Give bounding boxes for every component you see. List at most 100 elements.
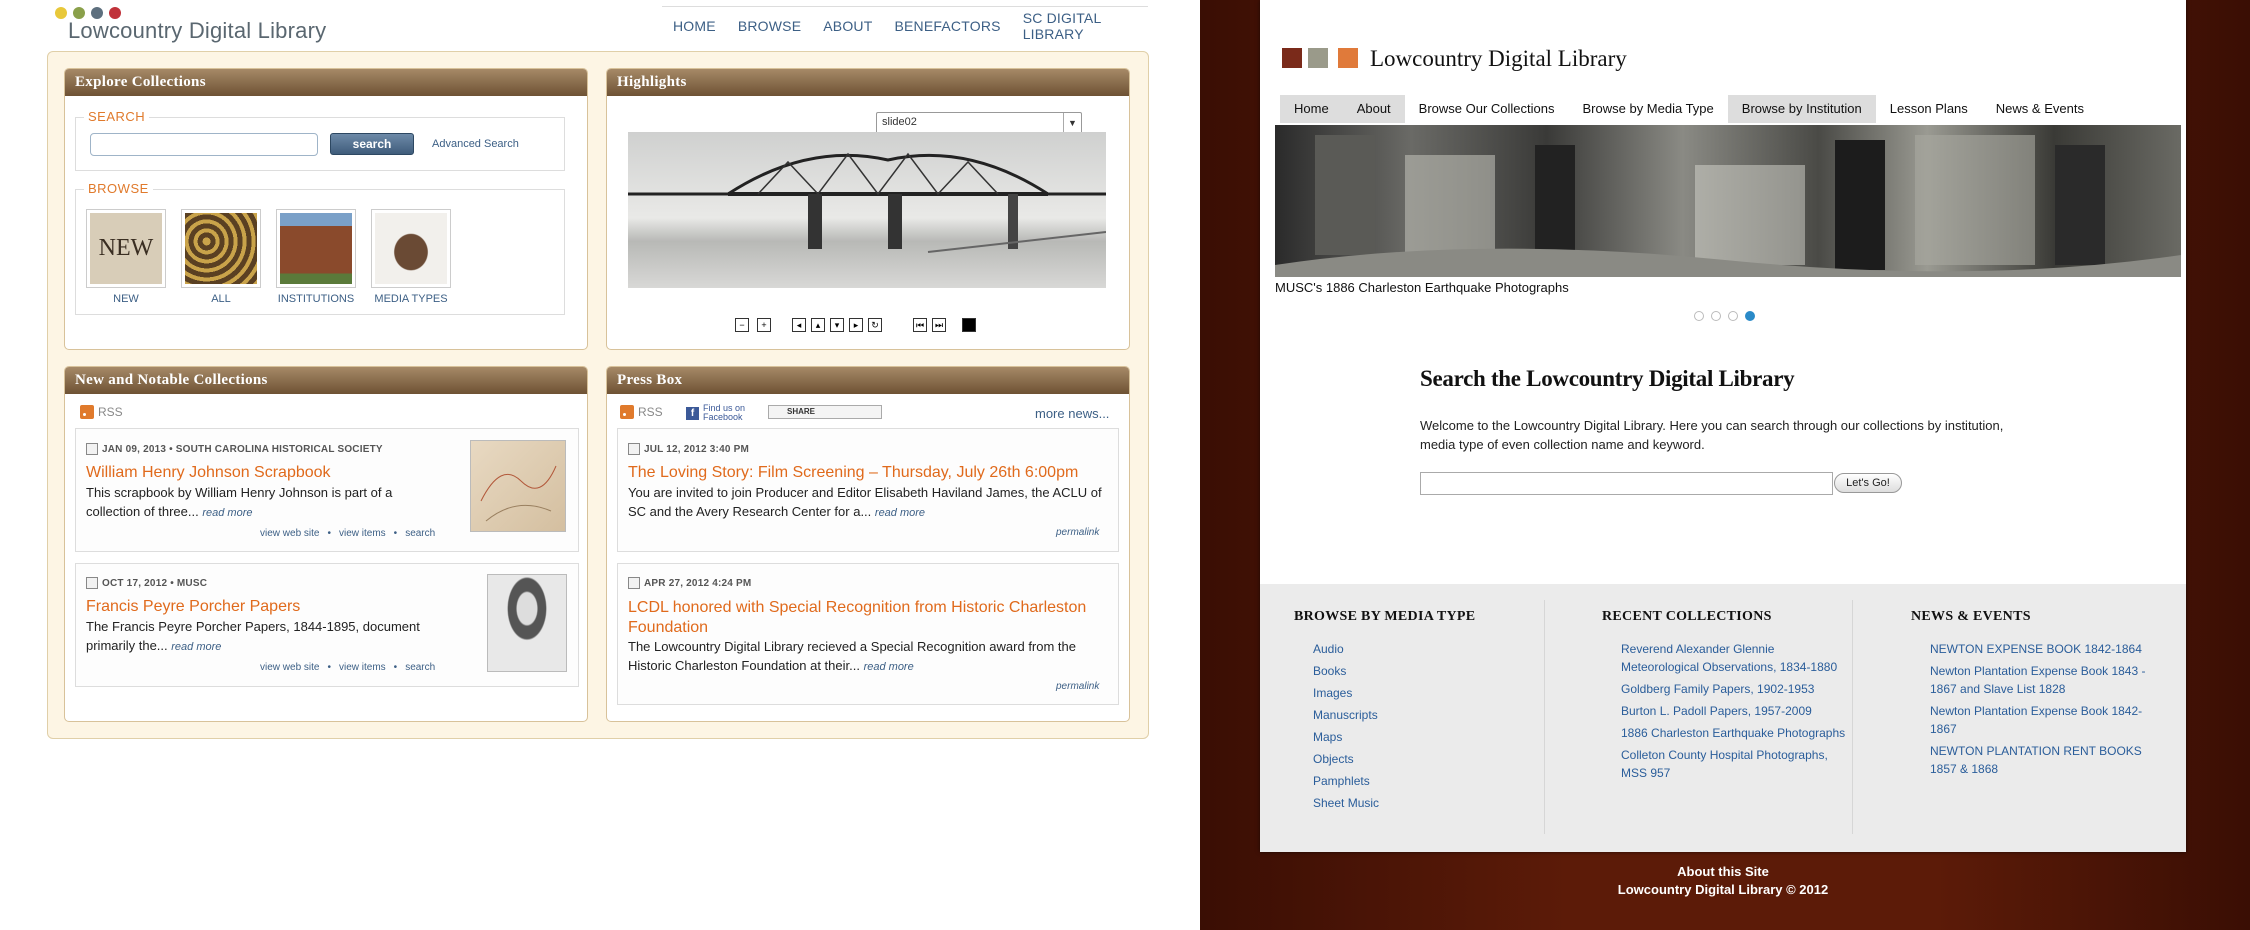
thumb-label-all[interactable]: ALL xyxy=(176,293,266,305)
browse-media-types-thumb[interactable] xyxy=(371,209,451,288)
read-more-link[interactable]: read more xyxy=(875,507,925,519)
pan-down-icon[interactable]: ▾ xyxy=(830,318,844,332)
portrait-thumb[interactable] xyxy=(487,574,567,672)
recent-collections-list: Reverend Alexander Glennie Meteorologica… xyxy=(1621,640,1846,786)
thumb-label-media-types[interactable]: MEDIA TYPES xyxy=(366,293,456,305)
institutions-image xyxy=(280,213,352,284)
scrapbook-map-thumb[interactable] xyxy=(470,440,566,532)
media-link-objects[interactable]: Objects xyxy=(1313,750,1379,768)
nav-browse[interactable]: BROWSE xyxy=(727,18,812,34)
pan-up-icon[interactable]: ▴ xyxy=(811,318,825,332)
nav-browse-media-type[interactable]: Browse by Media Type xyxy=(1569,95,1728,123)
recent-collection-link[interactable]: Burton L. Padoll Papers, 1957-2009 xyxy=(1621,702,1846,720)
nav-home[interactable]: HOME xyxy=(662,18,727,34)
panel-heading: Explore Collections xyxy=(65,69,587,96)
read-more-link[interactable]: read more xyxy=(202,507,252,519)
item-meta: JAN 09, 2013 • SOUTH CAROLINA HISTORICAL… xyxy=(86,443,383,455)
site-title[interactable]: Lowcountry Digital Library xyxy=(68,18,326,44)
search-link[interactable]: search xyxy=(405,528,435,539)
media-link-pamphlets[interactable]: Pamphlets xyxy=(1313,772,1379,790)
view-items-link[interactable]: view items xyxy=(339,662,386,673)
media-link-images[interactable]: Images xyxy=(1313,684,1379,702)
lcdl-new-site: Lowcountry Digital Library Home About Br… xyxy=(1200,0,2250,930)
item-meta: JUL 12, 2012 3:40 PM xyxy=(628,443,749,455)
reset-icon[interactable]: ↻ xyxy=(868,318,882,332)
nav-sc-digital-library[interactable]: SC DIGITAL LIBRARY xyxy=(1012,10,1148,42)
zoom-out-icon[interactable]: − xyxy=(735,318,749,332)
recent-collection-link[interactable]: Reverend Alexander Glennie Meteorologica… xyxy=(1621,640,1846,676)
slide-dot[interactable] xyxy=(1728,311,1738,321)
search-button[interactable]: search xyxy=(330,133,414,155)
next-slide-icon[interactable]: ⏭ xyxy=(932,318,946,332)
item-summary: This scrapbook by William Henry Johnson … xyxy=(86,485,393,519)
nav-lesson-plans[interactable]: Lesson Plans xyxy=(1876,95,1982,123)
previous-slide-icon[interactable]: ⏮ xyxy=(913,318,927,332)
item-title[interactable]: Francis Peyre Porcher Papers xyxy=(86,598,300,616)
nav-news-events[interactable]: News & Events xyxy=(1982,95,2098,123)
pan-right-icon[interactable]: ▸ xyxy=(849,318,863,332)
more-news-link[interactable]: more news... xyxy=(1035,406,1109,421)
news-link[interactable]: Newton Plantation Expense Book 1843 - 18… xyxy=(1930,662,2165,698)
earthquake-banner-image[interactable] xyxy=(1275,125,2181,277)
site-title[interactable]: Lowcountry Digital Library xyxy=(1370,46,1627,72)
item-links: view web site • view items • search xyxy=(260,662,436,673)
nav-browse-collections[interactable]: Browse Our Collections xyxy=(1405,95,1569,123)
item-title[interactable]: William Henry Johnson Scrapbook xyxy=(86,464,331,482)
nav-home[interactable]: Home xyxy=(1280,95,1343,123)
slide-dot-active[interactable] xyxy=(1745,311,1755,321)
rss-icon xyxy=(620,405,634,419)
read-more-link[interactable]: read more xyxy=(171,641,221,653)
item-summary: The Francis Peyre Porcher Papers, 1844-1… xyxy=(86,619,420,653)
media-link-sheet-music[interactable]: Sheet Music xyxy=(1313,794,1379,812)
media-types-image xyxy=(375,213,447,284)
item-title[interactable]: LCDL honored with Special Recognition fr… xyxy=(628,598,1108,638)
zoom-in-icon[interactable]: + xyxy=(757,318,771,332)
share-button[interactable]: SHARE xyxy=(768,405,882,419)
search-input[interactable] xyxy=(90,133,318,156)
thumb-label-institutions[interactable]: INSTITUTIONS xyxy=(271,293,361,305)
nav-about[interactable]: ABOUT xyxy=(812,18,883,34)
panel-heading: New and Notable Collections xyxy=(65,367,587,394)
view-web-site-link[interactable]: view web site xyxy=(260,662,319,673)
permalink[interactable]: permalink xyxy=(1056,527,1099,538)
nav-benefactors[interactable]: BENEFACTORS xyxy=(883,18,1011,34)
permalink[interactable]: permalink xyxy=(1056,681,1099,692)
slide-select[interactable]: slide02 ▼ xyxy=(876,112,1082,134)
read-more-link[interactable]: read more xyxy=(864,661,914,673)
recent-collection-link[interactable]: Colleton County Hospital Photographs, MS… xyxy=(1621,746,1846,782)
media-type-list: Audio Books Images Manuscripts Maps Obje… xyxy=(1313,640,1379,816)
search-link[interactable]: search xyxy=(405,662,435,673)
browse-all-thumb[interactable] xyxy=(181,209,261,288)
slide-dot[interactable] xyxy=(1694,311,1704,321)
nav-browse-institution[interactable]: Browse by Institution xyxy=(1727,95,1876,123)
media-link-maps[interactable]: Maps xyxy=(1313,728,1379,746)
media-link-manuscripts[interactable]: Manuscripts xyxy=(1313,706,1379,724)
facebook-link[interactable]: f Find us on Facebook xyxy=(686,404,763,422)
lcdl-old-site: Lowcountry Digital Library HOME BROWSE A… xyxy=(0,0,1200,930)
view-web-site-link[interactable]: view web site xyxy=(260,528,319,539)
document-icon xyxy=(628,577,640,589)
recent-collection-link[interactable]: Goldberg Family Papers, 1902-1953 xyxy=(1621,680,1846,698)
news-link[interactable]: Newton Plantation Expense Book 1842-1867 xyxy=(1930,702,2165,738)
lets-go-button[interactable]: Let's Go! xyxy=(1834,473,1902,493)
media-link-books[interactable]: Books xyxy=(1313,662,1379,680)
stop-icon[interactable] xyxy=(962,318,976,332)
advanced-search-link[interactable]: Advanced Search xyxy=(432,138,519,150)
slide-dot[interactable] xyxy=(1711,311,1721,321)
thumb-label-new[interactable]: NEW xyxy=(81,293,171,305)
rss-link[interactable]: RSS xyxy=(80,405,123,419)
browse-institutions-thumb[interactable] xyxy=(276,209,356,288)
news-link[interactable]: NEWTON PLANTATION RENT BOOKS 1857 & 1868 xyxy=(1930,742,2165,778)
search-input[interactable] xyxy=(1420,472,1833,495)
rss-link[interactable]: RSS xyxy=(620,405,663,419)
recent-collection-link[interactable]: 1886 Charleston Earthquake Photographs xyxy=(1621,724,1846,742)
browse-new-thumb[interactable]: NEW xyxy=(86,209,166,288)
footer-heading: RECENT COLLECTIONS xyxy=(1602,609,1772,624)
media-link-audio[interactable]: Audio xyxy=(1313,640,1379,658)
about-site-link[interactable]: About this Site xyxy=(1260,864,2186,879)
news-link[interactable]: NEWTON EXPENSE BOOK 1842-1864 xyxy=(1930,640,2165,658)
nav-about[interactable]: About xyxy=(1342,95,1405,123)
item-title[interactable]: The Loving Story: Film Screening – Thurs… xyxy=(628,464,1078,482)
view-items-link[interactable]: view items xyxy=(339,528,386,539)
pan-left-icon[interactable]: ◂ xyxy=(792,318,806,332)
